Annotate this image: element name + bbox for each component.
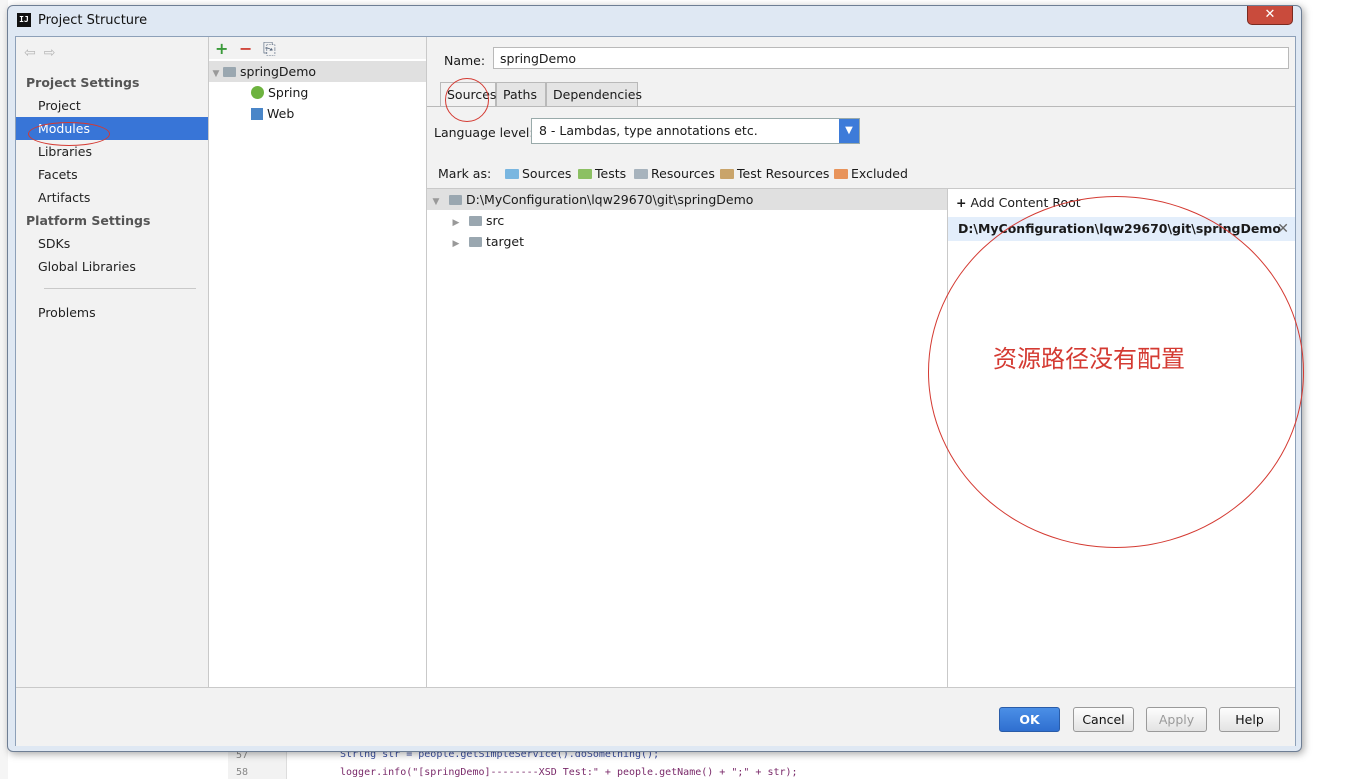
excluded-folder-icon <box>834 169 848 179</box>
cancel-button[interactable]: Cancel <box>1073 707 1134 732</box>
help-button[interactable]: Help <box>1219 707 1280 732</box>
ok-button[interactable]: OK <box>999 707 1060 732</box>
mark-as-sources[interactable]: Sources <box>505 166 571 181</box>
button-bar: OK Cancel Apply Help <box>16 687 1295 746</box>
dir-root-row[interactable]: ▼ D:\MyConfiguration\lqw29670\git\springD… <box>427 189 947 210</box>
tests-folder-icon <box>578 169 592 179</box>
mark-as-tests[interactable]: Tests <box>578 166 626 181</box>
dropdown-arrow-icon[interactable]: ▼ <box>839 119 859 143</box>
mark-as-resources-label: Resources <box>651 166 715 181</box>
apply-button[interactable]: Apply <box>1146 707 1207 732</box>
folder-icon <box>449 195 462 205</box>
line-number: 58 <box>236 767 249 778</box>
module-tree-root[interactable]: ▼ springDemo <box>209 61 426 82</box>
copy-icon[interactable]: ⎘ <box>263 39 276 59</box>
annotation-circle-sources-tab <box>445 78 489 122</box>
nav-item-sdks[interactable]: SDKs <box>16 232 208 255</box>
spring-leaf-icon <box>251 86 264 99</box>
tab-divider <box>427 106 1295 107</box>
facet-label: Web <box>267 106 295 121</box>
language-level-select[interactable]: 8 - Lambdas, type annotations etc. ▼ <box>531 118 860 144</box>
module-tree-panel: + − ⎘ ▼ springDemo Spring Web <box>209 37 427 687</box>
annotation-text: 资源路径没有配置 <box>993 345 1185 373</box>
back-forward-arrows-icon[interactable]: ⇦⇨ <box>24 45 63 61</box>
dir-name: src <box>486 213 505 228</box>
remove-icon[interactable]: − <box>239 39 252 58</box>
folder-icon <box>469 237 482 247</box>
web-facet-icon <box>251 108 263 120</box>
nav-item-project[interactable]: Project <box>16 94 208 117</box>
sources-folder-icon <box>505 169 519 179</box>
resources-folder-icon <box>634 169 648 179</box>
platform-settings-header: Platform Settings <box>26 213 151 228</box>
dir-root-path: D:\MyConfiguration\lqw29670\git\springDe… <box>466 192 754 207</box>
intellij-app-icon: IJ <box>17 13 31 27</box>
mark-as-sources-label: Sources <box>522 166 572 181</box>
directory-tree: ▼ D:\MyConfiguration\lqw29670\git\springD… <box>427 188 948 688</box>
code-line: logger.info("[springDemo]--------XSD Tes… <box>340 767 798 778</box>
mark-as-label: Mark as: <box>438 166 492 181</box>
language-level-value: 8 - Lambdas, type annotations etc. <box>539 123 758 138</box>
remove-root-close-icon[interactable]: ✕ <box>1277 217 1289 241</box>
mark-as-test-resources[interactable]: Test Resources <box>720 166 829 181</box>
settings-nav: ⇦⇨ Project Settings Project Modules Libr… <box>16 37 209 687</box>
module-name: springDemo <box>240 64 317 79</box>
mark-as-test-resources-label: Test Resources <box>737 166 830 181</box>
module-toolbar: + − ⎘ <box>209 37 426 59</box>
language-level-label: Language level: <box>434 125 534 140</box>
window-title: Project Structure <box>38 13 148 28</box>
close-window-button[interactable]: ✕ <box>1247 6 1293 25</box>
module-name-input[interactable]: springDemo <box>493 47 1289 69</box>
mark-as-excluded-label: Excluded <box>851 166 908 181</box>
module-folder-icon <box>223 67 236 77</box>
tab-paths[interactable]: Paths <box>496 82 546 106</box>
annotation-circle-modules <box>28 122 110 146</box>
module-facet-web[interactable]: Web <box>209 103 426 124</box>
folder-icon <box>469 216 482 226</box>
nav-divider <box>44 288 196 289</box>
mark-as-tests-label: Tests <box>595 166 627 181</box>
tab-dependencies[interactable]: Dependencies <box>546 82 642 106</box>
nav-item-artifacts[interactable]: Artifacts <box>16 186 208 209</box>
add-icon[interactable]: + <box>215 39 228 58</box>
name-label: Name: <box>444 53 486 68</box>
plus-icon: + <box>956 195 967 210</box>
test-resources-folder-icon <box>720 169 734 179</box>
mark-as-resources[interactable]: Resources <box>634 166 715 181</box>
dir-row-src[interactable]: ▶ src <box>427 210 947 231</box>
expand-triangle-icon[interactable]: ▶ <box>449 234 463 255</box>
project-settings-header: Project Settings <box>26 75 140 90</box>
nav-item-global-libraries[interactable]: Global Libraries <box>16 255 208 278</box>
title-bar[interactable]: IJ Project Structure ✕ <box>8 6 1301 36</box>
nav-item-problems[interactable]: Problems <box>16 301 208 324</box>
facet-label: Spring <box>268 85 309 100</box>
dir-name: target <box>486 234 525 249</box>
dir-row-target[interactable]: ▶ target <box>427 231 947 252</box>
module-facet-spring[interactable]: Spring <box>209 82 426 103</box>
mark-as-excluded[interactable]: Excluded <box>834 166 908 181</box>
nav-item-facets[interactable]: Facets <box>16 163 208 186</box>
